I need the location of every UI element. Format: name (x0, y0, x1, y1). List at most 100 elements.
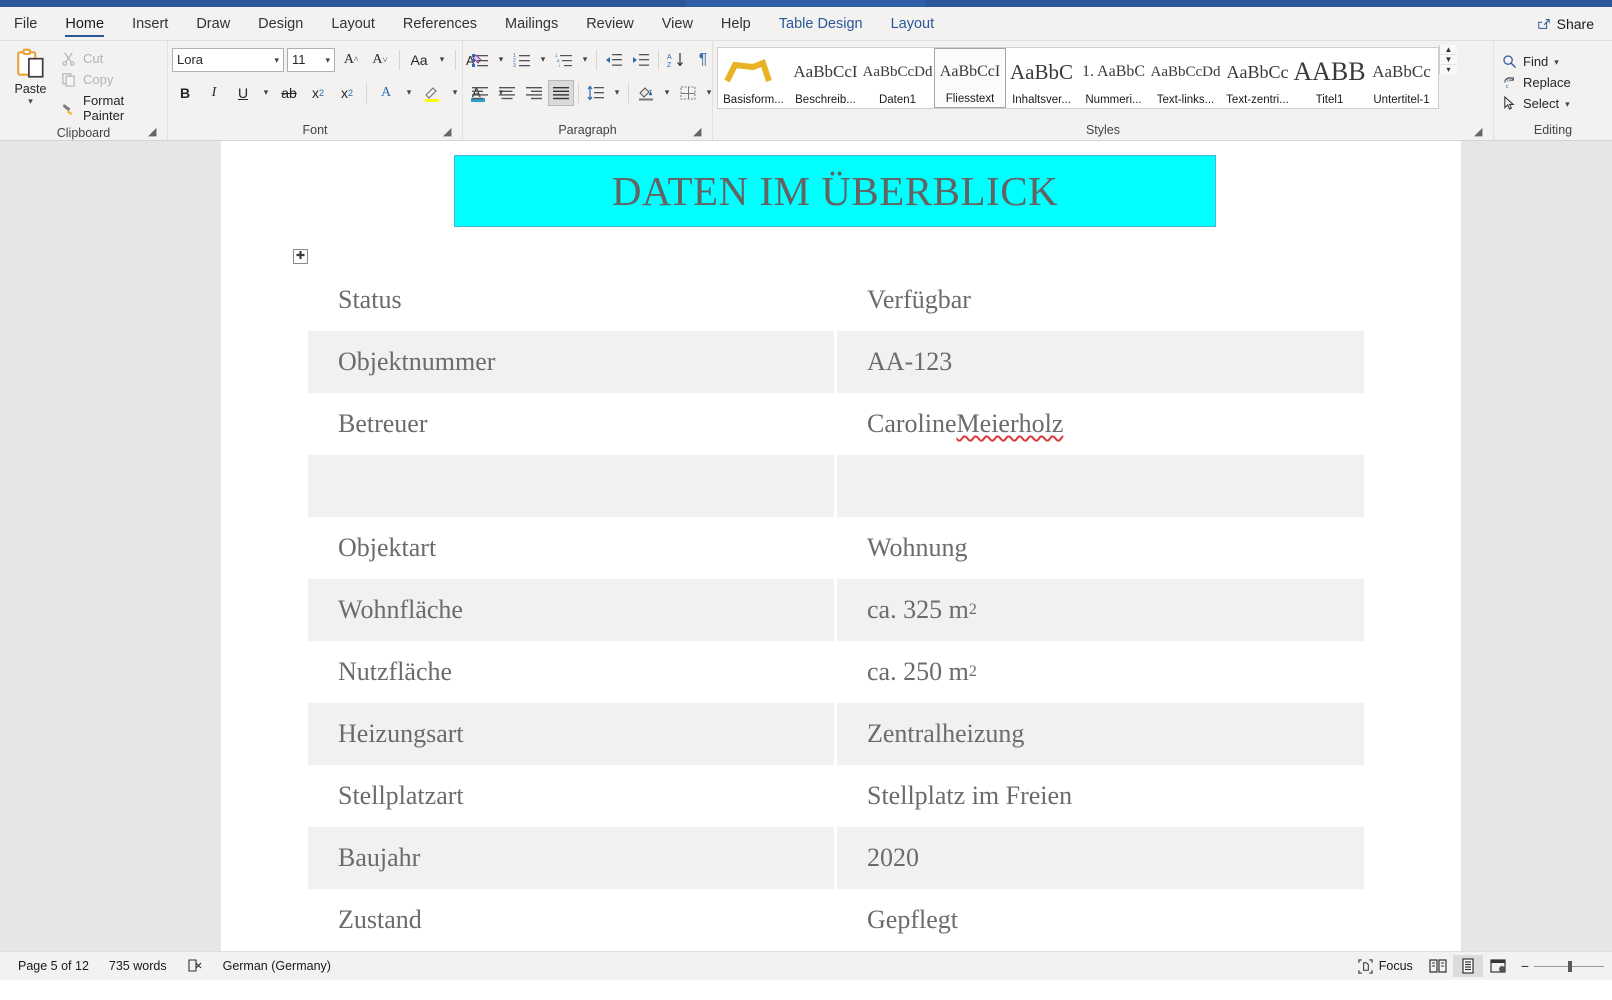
styles-gallery-scroll[interactable]: ▲ ▼ ▾ (1439, 45, 1457, 74)
word-count[interactable]: 735 words (99, 959, 177, 973)
table-cell-label[interactable]: Baujahr (308, 827, 834, 889)
subscript-button[interactable]: x2 (305, 80, 331, 106)
styles-scroll-down-button[interactable]: ▼ (1440, 55, 1457, 65)
bullets-button[interactable] (467, 47, 493, 73)
document-title-banner[interactable]: DATEN IM ÜBERBLICK (454, 155, 1216, 227)
shrink-font-button[interactable]: A ˅ (367, 47, 393, 73)
tab-layout[interactable]: Layout (317, 7, 389, 40)
table-cell-label[interactable]: Objektart (308, 517, 834, 579)
increase-indent-button[interactable] (628, 47, 654, 73)
text-effects-button[interactable]: A (373, 80, 399, 106)
text-highlight-color-button[interactable] (419, 80, 445, 106)
table-cell-label[interactable]: Zustand (308, 889, 834, 951)
multilevel-list-button[interactable]: 1 a i (551, 47, 577, 73)
chevron-down-icon[interactable]: ▾ (259, 80, 273, 106)
table-cell-label[interactable]: Stellplatzart (308, 765, 834, 827)
table-row[interactable]: Zustand Gepflegt (308, 889, 1364, 951)
share-button[interactable]: Share (1527, 13, 1604, 35)
read-mode-button[interactable] (1423, 955, 1453, 977)
table-row[interactable]: Wohnfläche ca. 325 m2 (308, 579, 1364, 641)
borders-button[interactable] (675, 80, 701, 106)
chevron-down-icon[interactable]: ▾ (494, 47, 508, 73)
chevron-down-icon[interactable]: ▾ (1565, 100, 1570, 109)
grow-font-button[interactable]: A ^ (338, 47, 364, 73)
table-cell-value[interactable]: Gepflegt (837, 889, 1364, 951)
tab-references[interactable]: References (389, 7, 491, 40)
styles-more-button[interactable]: ▾ (1440, 65, 1457, 74)
style-item-titel1[interactable]: AABB Titel1 (1293, 48, 1366, 108)
change-case-button[interactable]: Aa (406, 47, 432, 73)
style-item-untertitel-1[interactable]: AaBbCc Untertitel-1 (1366, 48, 1438, 108)
italic-button[interactable]: I (201, 80, 227, 106)
table-cell-value[interactable]: Caroline Meierholz (837, 393, 1364, 455)
styles-scroll-up-button[interactable]: ▲ (1440, 45, 1457, 55)
table-row[interactable] (308, 455, 1364, 517)
chevron-down-icon[interactable]: ▾ (536, 47, 550, 73)
tab-insert[interactable]: Insert (118, 7, 182, 40)
replace-button[interactable]: b c Replace (1498, 72, 1575, 93)
style-item-nummeri-[interactable]: 1. AaBbC Nummeri... (1078, 48, 1150, 108)
table-cell-value[interactable]: Stellplatz im Freien (837, 765, 1364, 827)
style-item-inhaltsver-[interactable]: AaBbC Inhaltsver... (1006, 48, 1078, 108)
chevron-down-icon[interactable]: ▾ (660, 80, 674, 106)
font-size-combo[interactable]: 11 ▾ (287, 47, 335, 72)
style-item-fliesstext[interactable]: AaBbCcI Fliesstext (934, 48, 1006, 108)
find-button[interactable]: Find ▾ (1498, 51, 1563, 72)
superscript-button[interactable]: x2 (334, 80, 360, 106)
tab-view[interactable]: View (648, 7, 707, 40)
tab-home[interactable]: Home (51, 7, 118, 40)
table-cell-label[interactable]: Nutzfläche (308, 641, 834, 703)
table-row[interactable]: Betreuer Caroline Meierholz (308, 393, 1364, 455)
tab-design[interactable]: Design (244, 7, 317, 40)
style-item-daten1[interactable]: AaBbCcDd Daten1 (862, 48, 934, 108)
tab-table-layout[interactable]: Layout (877, 7, 949, 40)
shading-button[interactable] (633, 80, 659, 106)
table-row[interactable]: Status Verfügbar (308, 269, 1364, 331)
table-cell-label[interactable] (308, 455, 834, 517)
copy-button[interactable]: Copy (57, 70, 163, 89)
tab-draw[interactable]: Draw (182, 7, 244, 40)
chevron-down-icon[interactable]: ▾ (274, 56, 279, 65)
table-cell-value[interactable]: ca. 325 m2 (837, 579, 1364, 641)
strikethrough-button[interactable]: ab (276, 80, 302, 106)
print-layout-button[interactable] (1452, 955, 1483, 977)
style-item-beschreib-[interactable]: AaBbCcI Beschreib... (790, 48, 862, 108)
styles-dialog-launcher[interactable]: ◢ (1474, 127, 1485, 138)
table-move-handle[interactable]: ✚ (293, 249, 308, 264)
font-name-combo[interactable]: Lora ▾ (172, 47, 284, 72)
zoom-slider[interactable]: − (1513, 958, 1604, 974)
table-row[interactable]: Baujahr 2020 (308, 827, 1364, 889)
focus-mode-button[interactable]: Focus (1348, 958, 1423, 974)
style-item-basisform-[interactable]: Basisform... (718, 48, 790, 108)
font-dialog-launcher[interactable]: ◢ (443, 127, 454, 138)
chevron-down-icon[interactable]: ▾ (402, 80, 416, 106)
table-cell-value[interactable]: ca. 250 m2 (837, 641, 1364, 703)
table-row[interactable]: Nutzfläche ca. 250 m2 (308, 641, 1364, 703)
chevron-down-icon[interactable]: ▾ (1554, 58, 1559, 67)
line-spacing-button[interactable] (583, 80, 609, 106)
table-cell-value[interactable]: Verfügbar (837, 269, 1364, 331)
misspelled-word[interactable]: Meierholz (957, 409, 1064, 439)
align-right-button[interactable] (521, 80, 547, 106)
style-item-text-links-[interactable]: AaBbCcDd Text-links... (1150, 48, 1222, 108)
table-cell-value[interactable] (837, 455, 1364, 517)
table-cell-value[interactable]: 2020 (837, 827, 1364, 889)
table-cell-label[interactable]: Betreuer (308, 393, 834, 455)
tab-help[interactable]: Help (707, 7, 765, 40)
cut-button[interactable]: Cut (57, 49, 163, 68)
page-indicator[interactable]: Page 5 of 12 (8, 959, 99, 973)
styles-gallery[interactable]: Basisform... AaBbCcI Beschreib... AaBbCcDd D… (717, 47, 1439, 109)
sort-button[interactable]: A Z (663, 47, 689, 73)
paste-button[interactable]: Paste ▾ (4, 45, 57, 106)
chevron-down-icon[interactable]: ▾ (578, 47, 592, 73)
clipboard-dialog-launcher[interactable]: ◢ (148, 127, 159, 138)
zoom-knob[interactable] (1568, 960, 1572, 972)
align-center-button[interactable] (494, 80, 520, 106)
table-cell-label[interactable]: Wohnfläche (308, 579, 834, 641)
format-painter-button[interactable]: Format Painter (57, 91, 163, 125)
tab-mailings[interactable]: Mailings (491, 7, 572, 40)
chevron-down-icon[interactable]: ▾ (28, 97, 33, 106)
select-button[interactable]: Select ▾ (1498, 93, 1574, 114)
table-row[interactable]: Stellplatzart Stellplatz im Freien (308, 765, 1364, 827)
web-layout-button[interactable] (1483, 955, 1513, 977)
